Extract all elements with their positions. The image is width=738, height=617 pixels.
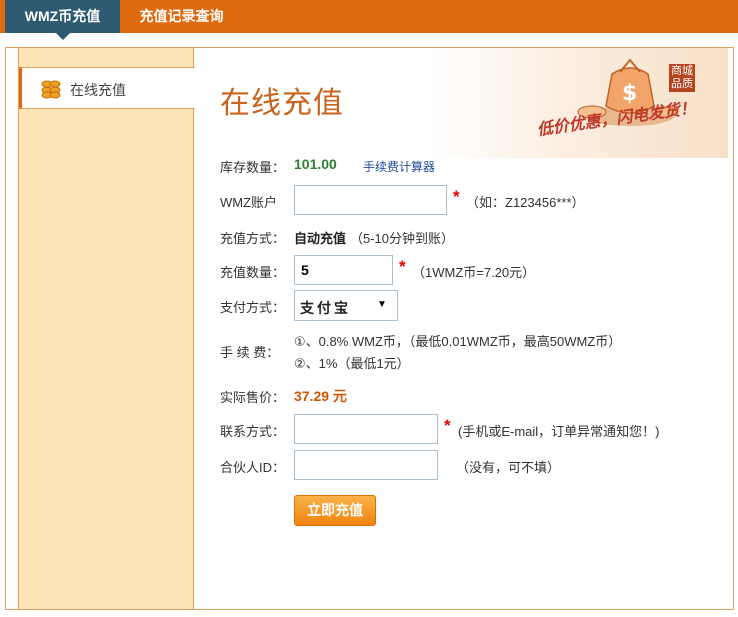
wmz-account-input[interactable] [294,185,447,215]
qty-hint: （1WMZ币=7.20元） [412,265,536,280]
method-label: 充值方式： [220,231,286,246]
qty-label: 充值数量： [220,265,286,280]
partner-hint: （没有，可不填） [456,460,561,475]
submit-recharge-button[interactable]: 立即充值 [294,495,376,526]
page-title: 在线充值 [220,86,344,121]
tab-wmz-recharge[interactable]: WMZ币充值 [5,0,120,40]
contact-input[interactable] [294,414,438,444]
sidebar-item-online-recharge[interactable]: 在线充值 [19,67,195,109]
price-label: 实际售价： [220,390,286,405]
required-mark: * [399,257,406,276]
stock-value: 101.00 [294,156,337,172]
price-value: 37.29 元 [294,388,347,404]
account-hint: （如：Z123456***） [466,195,585,210]
partner-label: 合伙人ID： [220,460,286,475]
quality-badge: 商城品质 [669,64,695,92]
required-mark: * [453,187,460,206]
account-label: WMZ账户 [220,195,278,210]
payment-method-value: 支付宝 [300,300,351,316]
fee-rule-1: ①、0.8% WMZ币，（最低0.01WMZ币，最高50WMZ币） [294,334,622,349]
payment-method-select[interactable]: 支付宝 ▼ [294,290,398,321]
method-value: 自动充值 [294,231,347,246]
fee-calculator-link[interactable]: 手续费计算器 [363,158,435,175]
method-note: （5-10分钟到账） [350,231,455,246]
fee-label: 手 续 费： [220,345,280,360]
partner-id-input[interactable] [294,450,438,480]
sidebar-item-label: 在线充值 [70,82,126,98]
top-tab-bar: WMZ币充值 充值记录查询 [0,0,738,40]
contact-label: 联系方式： [220,424,286,439]
sidebar: 在线充值 [18,48,195,609]
coins-icon [41,80,61,99]
chevron-down-icon: ▼ [377,299,387,310]
contact-hint: (手机或E-mail，订单异常通知您！) [458,424,660,439]
tab-recharge-history[interactable]: 充值记录查询 [124,0,239,33]
fee-rule-2: ②、1%（最低1元） [294,356,410,371]
pay-label: 支付方式： [220,300,286,315]
stock-label: 库存数量： [220,160,286,175]
required-mark: * [444,416,451,435]
quantity-input[interactable] [294,255,393,285]
